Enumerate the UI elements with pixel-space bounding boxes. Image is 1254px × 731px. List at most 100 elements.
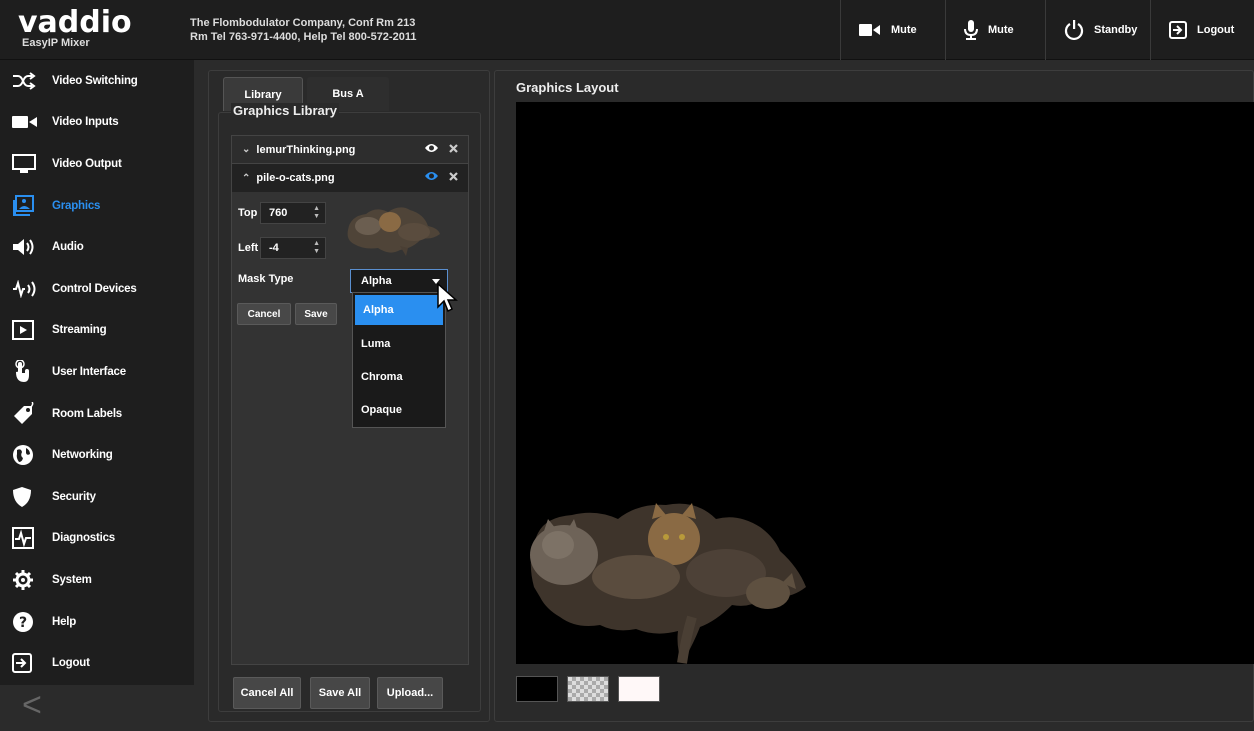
sidebar-item-label: Audio (52, 241, 84, 254)
mouse-cursor-icon (436, 282, 458, 318)
spinner-icon[interactable]: ▲ ▼ (313, 205, 320, 221)
room-line-2: Rm Tel 763-971-4400, Help Tel 800-572-20… (190, 31, 417, 43)
sidebar-item-security[interactable]: Security (0, 476, 194, 518)
sidebar-item-graphics[interactable]: Graphics (0, 185, 194, 227)
mask-option-alpha[interactable]: Alpha (355, 295, 443, 325)
video-camera-icon (859, 23, 881, 37)
globe-icon (12, 443, 40, 467)
sidebar-collapse-button[interactable]: < (0, 685, 194, 731)
chevron-up-icon: ⌃ (242, 172, 251, 184)
play-icon (12, 318, 40, 342)
close-icon[interactable] (449, 171, 458, 184)
sidebar: Video Switching Video Inputs Video Outpu… (0, 60, 194, 685)
monitor-icon (12, 152, 40, 176)
background-swatch-transparent[interactable] (567, 676, 609, 702)
sidebar-item-label: Streaming (52, 324, 107, 337)
logout-top-label: Logout (1197, 24, 1235, 36)
graphic-thumbnail (344, 200, 442, 261)
sidebar-item-label: Video Inputs (52, 116, 119, 129)
close-icon[interactable] (449, 143, 458, 156)
logout-top-button[interactable]: Logout (1150, 0, 1254, 60)
sidebar-item-control-devices[interactable]: Control Devices (0, 268, 194, 310)
microphone-icon (964, 20, 978, 40)
audio-mute-button[interactable]: Mute (945, 0, 1045, 60)
sidebar-item-label: Networking (52, 449, 113, 462)
top-value: 760 (269, 207, 288, 219)
mask-type-label: Mask Type (238, 273, 294, 285)
graphics-library-title: Graphics Library (231, 103, 340, 118)
spinner-icon[interactable]: ▲ ▼ (313, 240, 320, 256)
save-all-button[interactable]: Save All (310, 677, 370, 709)
standby-button[interactable]: Standby (1045, 0, 1150, 60)
sidebar-item-label: Video Output (52, 157, 122, 170)
sidebar-item-help[interactable]: ? Help (0, 601, 194, 643)
sidebar-item-audio[interactable]: Audio (0, 226, 194, 268)
sidebar-item-label: Help (52, 615, 77, 628)
sidebar-item-diagnostics[interactable]: Diagnostics (0, 518, 194, 560)
mask-option-luma[interactable]: Luma (353, 327, 445, 360)
sidebar-item-label: System (52, 573, 92, 586)
save-button[interactable]: Save (295, 303, 337, 325)
sidebar-item-logout[interactable]: Logout (0, 642, 194, 684)
sidebar-item-label: Room Labels (52, 407, 123, 420)
top-input[interactable]: 760 ▲ ▼ (260, 202, 326, 224)
video-camera-icon (12, 110, 40, 134)
shuffle-icon (12, 69, 40, 93)
library-item[interactable]: ⌄ lemurThinking.png (232, 136, 468, 164)
video-mute-button[interactable]: Mute (840, 0, 945, 60)
pulse-icon (12, 526, 40, 550)
power-icon (1064, 20, 1084, 40)
top-label: Top (238, 207, 258, 219)
sidebar-item-label: Logout (52, 657, 90, 670)
touch-icon (12, 359, 40, 384)
logout-icon (1169, 21, 1187, 39)
mask-type-dropdown: Alpha Luma Chroma Opaque (352, 292, 446, 428)
sidebar-item-streaming[interactable]: Streaming (0, 310, 194, 352)
vaddio-logo: vaddio EasyIP Mixer (18, 8, 132, 50)
graphics-layout-canvas[interactable] (516, 102, 1254, 664)
speaker-icon (12, 235, 40, 259)
sidebar-item-room-labels[interactable]: Room Labels (0, 393, 194, 435)
cats-graphic[interactable] (516, 102, 1254, 664)
signal-icon (12, 277, 40, 301)
sidebar-item-networking[interactable]: Networking (0, 434, 194, 476)
sidebar-item-video-switching[interactable]: Video Switching (0, 60, 194, 102)
left-value: -4 (269, 242, 279, 254)
mask-type-select[interactable]: Alpha (350, 269, 448, 293)
sidebar-item-label: User Interface (52, 365, 126, 378)
background-swatch-black[interactable] (516, 676, 558, 702)
sidebar-item-video-inputs[interactable]: Video Inputs (0, 102, 194, 144)
eye-icon[interactable] (424, 171, 439, 184)
shield-icon (12, 485, 40, 509)
sidebar-item-user-interface[interactable]: User Interface (0, 351, 194, 393)
library-item[interactable]: ⌃ pile-o-cats.png (232, 164, 468, 192)
help-icon: ? (12, 610, 40, 634)
graphics-icon (12, 194, 40, 218)
library-item-name: pile-o-cats.png (256, 172, 335, 184)
library-panel-wrap: Library Bus A Graphics Library ⌄ lemurTh… (208, 70, 490, 722)
mask-type-value: Alpha (361, 275, 392, 287)
background-swatch-white[interactable] (618, 676, 660, 702)
left-input[interactable]: -4 ▲ ▼ (260, 237, 326, 259)
cancel-all-button[interactable]: Cancel All (233, 677, 301, 709)
mask-option-opaque[interactable]: Opaque (353, 393, 445, 426)
cancel-button[interactable]: Cancel (237, 303, 291, 325)
top-bar: vaddio EasyIP Mixer The Flombodulator Co… (0, 0, 1254, 60)
standby-label: Standby (1094, 24, 1138, 36)
sidebar-item-label: Video Switching (52, 74, 138, 87)
sidebar-item-video-output[interactable]: Video Output (0, 143, 194, 185)
sidebar-item-label: Control Devices (52, 282, 137, 295)
mask-option-chroma[interactable]: Chroma (353, 360, 445, 393)
graphics-layout-title: Graphics Layout (516, 80, 623, 95)
audio-mute-label: Mute (988, 24, 1014, 36)
left-label: Left (238, 242, 259, 254)
upload-button[interactable]: Upload... (377, 677, 443, 709)
sidebar-item-label: Diagnostics (52, 532, 115, 545)
svg-text:?: ? (19, 615, 27, 631)
gear-icon (12, 568, 40, 592)
room-info: The Flombodulator Company, Conf Rm 213 R… (190, 16, 416, 44)
chevron-down-icon: ⌄ (242, 144, 251, 155)
eye-icon[interactable] (424, 143, 439, 156)
sidebar-item-system[interactable]: System (0, 559, 194, 601)
video-mute-label: Mute (891, 24, 917, 36)
